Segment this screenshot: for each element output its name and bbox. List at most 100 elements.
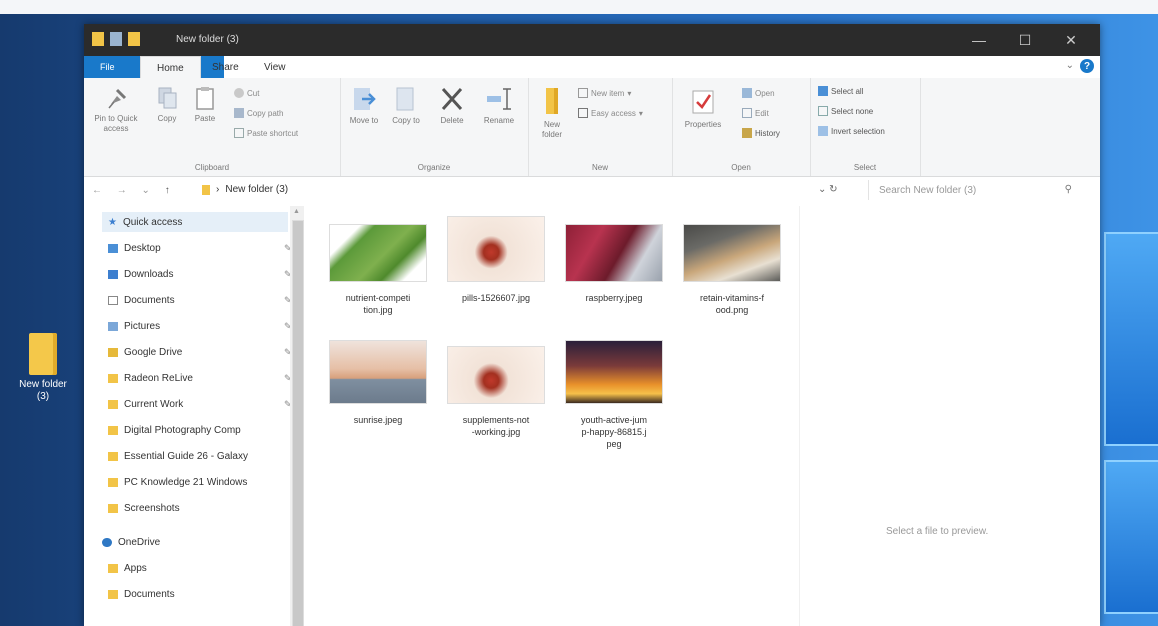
rename-button[interactable]: Rename <box>476 86 522 126</box>
search-input[interactable]: Search New folder (3) ⚲ <box>868 180 1084 200</box>
refresh-button[interactable]: ⌄ ↻ <box>818 184 838 195</box>
image-thumbnail <box>565 340 663 404</box>
history-button[interactable]: History <box>742 128 780 138</box>
move-to-button[interactable]: Move to <box>344 86 384 126</box>
nav-item-onedrive[interactable]: OneDrive <box>102 532 292 552</box>
select-all-button[interactable]: Select all <box>818 86 863 96</box>
copy-path-button[interactable]: Copy path <box>234 108 283 118</box>
image-thumbnail <box>329 340 427 404</box>
history-icon <box>742 128 752 138</box>
delete-button[interactable]: Delete <box>432 86 472 126</box>
edit-button[interactable]: Edit <box>742 108 769 118</box>
chevron-down-icon: ▾ <box>638 108 643 118</box>
pin-button[interactable]: Pin to Quick access <box>88 86 144 134</box>
maximize-button[interactable]: ☐ <box>1002 24 1048 56</box>
file-name: -working.jpg <box>471 427 521 437</box>
select-none-button[interactable]: Select none <box>818 106 873 116</box>
cut-label: Cut <box>247 88 260 98</box>
desktop-folder-icon[interactable]: New folder (3) <box>12 333 74 403</box>
properties-button[interactable]: Properties <box>678 88 728 130</box>
nav-item-google-drive[interactable]: Google Drive ✎ <box>108 342 298 362</box>
chevron-down-icon[interactable]: ⌄ <box>1066 60 1074 71</box>
open-button[interactable]: Open <box>742 88 775 98</box>
copy-to-icon <box>396 87 414 111</box>
move-to-icon <box>354 88 376 110</box>
nav-item-desktop[interactable]: Desktop ✎ <box>108 238 298 258</box>
new-folder-label: New folder <box>541 120 562 139</box>
nav-item-digital-photography[interactable]: Digital Photography Comp <box>108 420 298 440</box>
nav-scrollbar[interactable]: ▲ <box>290 206 304 626</box>
nav-item-pc-knowledge[interactable]: PC Knowledge 21 Windows <box>108 472 298 492</box>
invert-selection-button[interactable]: Invert selection <box>818 126 885 136</box>
paste-shortcut-label: Paste shortcut <box>247 128 299 138</box>
new-folder-icon[interactable] <box>128 32 140 46</box>
paste-button[interactable]: Paste <box>188 86 222 124</box>
new-item-icon <box>578 88 588 98</box>
select-all-label: Select all <box>831 86 864 96</box>
history-label: History <box>755 128 780 138</box>
desktop-icon <box>108 243 118 253</box>
file-item[interactable]: supplements-not -working.jpg <box>442 346 550 438</box>
select-group: Select all Select none Invert selection … <box>810 78 921 176</box>
nav-item-essential-guide[interactable]: Essential Guide 26 - Galaxy <box>108 446 298 466</box>
nav-item-current-work[interactable]: Current Work ✎ <box>108 394 298 414</box>
nav-item-label: Google Drive <box>124 346 183 358</box>
copy-to-label: Copy to <box>392 116 420 125</box>
tab-home[interactable]: Home <box>140 56 201 79</box>
close-button[interactable]: ✕ <box>1048 24 1094 56</box>
breadcrumb-folder[interactable]: New folder (3) <box>225 184 288 195</box>
image-thumbnail <box>447 216 545 282</box>
pin-label: Pin to Quick access <box>94 114 138 133</box>
file-item[interactable]: nutrient-competi tion.jpg <box>324 224 432 316</box>
new-item-button[interactable]: New item ▾ <box>578 88 631 98</box>
properties-icon[interactable] <box>110 32 122 46</box>
nav-item-downloads[interactable]: Downloads ✎ <box>108 264 298 284</box>
wallpaper-pane <box>1104 460 1158 614</box>
navigation-buttons[interactable]: ← → ⌄ ↑ <box>92 185 176 196</box>
scrollbar-thumb[interactable] <box>292 220 304 626</box>
breadcrumb[interactable]: › New folder (3) <box>202 184 288 195</box>
desktop-folder-label: New folder (3) <box>19 379 67 402</box>
copy-button[interactable]: Copy <box>150 86 184 124</box>
nav-item-documents[interactable]: Documents ✎ <box>108 290 298 310</box>
new-folder-button[interactable]: New folder <box>534 86 570 140</box>
file-item[interactable]: youth-active-jum p-happy-86815.j peg <box>560 340 668 450</box>
invert-selection-label: Invert selection <box>831 126 885 136</box>
tab-share[interactable]: Share <box>196 56 255 78</box>
file-list: nutrient-competi tion.jpg pills-1526607.… <box>316 206 796 626</box>
file-explorer-window: New folder (3) — ☐ ✕ File Home Share Vie… <box>84 24 1100 626</box>
open-label: Open <box>755 88 775 98</box>
folder-icon <box>108 503 118 513</box>
folder-icon <box>108 373 118 383</box>
file-item[interactable]: pills-1526607.jpg <box>442 216 550 304</box>
move-to-label: Move to <box>349 116 379 125</box>
nav-item-label: Documents <box>124 588 175 600</box>
organize-group-label: Organize <box>417 163 451 172</box>
window-title: New folder (3) <box>176 34 239 45</box>
nav-item-onedrive-documents[interactable]: Documents <box>108 584 298 604</box>
nav-item-apps[interactable]: Apps <box>108 558 298 578</box>
easy-access-button[interactable]: Easy access ▾ <box>578 108 643 118</box>
file-item[interactable]: sunrise.jpeg <box>324 340 432 426</box>
nav-item-label: Digital Photography Comp <box>124 424 241 436</box>
chevron-right-icon: › <box>216 184 220 195</box>
nav-item-label: Current Work <box>124 398 184 410</box>
file-name: tion.jpg <box>363 305 393 315</box>
scroll-up-icon[interactable]: ▲ <box>293 208 300 215</box>
copy-to-button[interactable]: Copy to <box>386 86 426 126</box>
easy-access-icon <box>578 108 588 118</box>
nav-item-pictures[interactable]: Pictures ✎ <box>108 316 298 336</box>
downloads-icon <box>108 269 118 279</box>
paste-shortcut-button[interactable]: Paste shortcut <box>234 128 298 138</box>
help-icon[interactable]: ? <box>1080 59 1094 73</box>
file-item[interactable]: retain-vitamins-f ood.png <box>678 224 786 316</box>
copy-path-label: Copy path <box>247 108 284 118</box>
select-all-icon <box>818 86 828 96</box>
tab-view[interactable]: View <box>248 56 302 78</box>
nav-item-screenshots[interactable]: Screenshots <box>108 498 298 518</box>
cut-button[interactable]: Cut <box>234 88 259 98</box>
nav-item-quick-access[interactable]: ★ Quick access <box>102 212 288 232</box>
minimize-button[interactable]: — <box>956 24 1002 56</box>
file-item[interactable]: raspberry.jpeg <box>560 224 668 304</box>
nav-item-radeon-relive[interactable]: Radeon ReLive ✎ <box>108 368 298 388</box>
